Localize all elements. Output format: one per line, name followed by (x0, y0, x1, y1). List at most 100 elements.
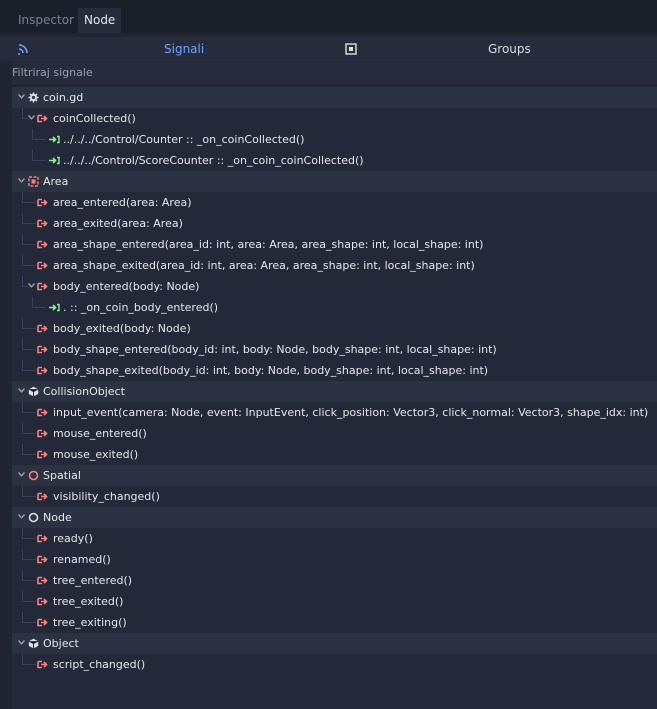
signal-label: renamed() (53, 553, 111, 566)
signal-emit-icon (37, 534, 48, 543)
signal-item[interactable]: tree_exiting() (12, 612, 657, 633)
signal-item[interactable]: ready() (12, 528, 657, 549)
signal-emit-icon (37, 240, 48, 249)
tree-guide-line (22, 328, 36, 329)
chevron-down-icon (28, 283, 35, 288)
tree-guide-line (22, 496, 36, 497)
connection-label: ../../../Control/ScoreCounter :: _on_coi… (63, 154, 364, 167)
signal-label: body_shape_exited(body_id: int, body: No… (53, 364, 489, 377)
tree-category[interactable]: CollisionObject (12, 381, 657, 402)
connection-icon (49, 303, 60, 312)
signal-item[interactable]: script_changed() (12, 654, 657, 675)
signal-item[interactable]: body_exited(body: Node) (12, 318, 657, 339)
object-icon (28, 638, 39, 649)
signal-item[interactable]: body_shape_exited(body_id: int, body: No… (12, 360, 657, 381)
tree-guide-line (22, 433, 36, 434)
signal-label: script_changed() (53, 658, 146, 671)
spatial-icon (28, 470, 39, 481)
tab-inspector[interactable]: Inspector (12, 8, 80, 33)
signal-label: tree_exiting() (53, 616, 127, 629)
signal-emit-icon (37, 114, 48, 123)
tree-guide-line (22, 538, 36, 539)
signal-label: area_shape_exited(area_id: int, area: Ar… (53, 259, 475, 272)
tree-category[interactable]: Object (12, 633, 657, 654)
connection-item[interactable]: ../../../Control/Counter :: _on_coinColl… (12, 129, 657, 150)
connection-item[interactable]: . :: _on_coin_body_entered() (12, 297, 657, 318)
signal-item[interactable]: mouse_entered() (12, 423, 657, 444)
signal-item[interactable]: renamed() (12, 549, 657, 570)
chevron-down-icon (18, 472, 25, 477)
tree-guide-line (22, 622, 36, 623)
tree-category[interactable]: Node (12, 507, 657, 528)
signal-label: input_event(camera: Node, event: InputEv… (53, 406, 649, 419)
signal-emit-icon (37, 450, 48, 459)
signal-label: mouse_exited() (53, 448, 139, 461)
signal-label: body_shape_entered(body_id: int, body: N… (53, 343, 497, 356)
signal-label: body_entered(body: Node) (53, 280, 200, 293)
signal-item[interactable]: input_event(camera: Node, event: InputEv… (12, 402, 657, 423)
signal-label: body_exited(body: Node) (53, 322, 191, 335)
signal-emit-icon (37, 597, 48, 606)
signal-item[interactable]: mouse_exited() (12, 444, 657, 465)
signal-item[interactable]: area_entered(area: Area) (12, 192, 657, 213)
tree-guide-line (22, 559, 36, 560)
signal-emit-icon (37, 618, 48, 627)
groups-icon[interactable] (345, 43, 357, 55)
filter-signals-input[interactable]: Filtriraj signale (12, 62, 657, 84)
tree-guide-line (22, 412, 36, 413)
tree-guide-line (22, 664, 36, 665)
chevron-down-icon (28, 115, 35, 120)
tree-guide-line (22, 223, 36, 224)
tree-guide-line (22, 265, 36, 266)
category-label: Area (43, 175, 69, 188)
tree-guide-line (22, 370, 36, 371)
signals-tab-label[interactable]: Signali (164, 42, 204, 56)
signal-label: tree_exited() (53, 595, 124, 608)
signal-emit-icon (37, 282, 48, 291)
tree-guide-line (22, 349, 36, 350)
connection-item[interactable]: ../../../Control/ScoreCounter :: _on_coi… (12, 150, 657, 171)
signal-item[interactable]: tree_entered() (12, 570, 657, 591)
signal-emit-icon (37, 198, 48, 207)
tree-category[interactable]: coin.gd (12, 87, 657, 108)
connection-label: . :: _on_coin_body_entered() (63, 301, 219, 314)
signal-item[interactable]: area_shape_entered(area_id: int, area: A… (12, 234, 657, 255)
tree-guide-line (22, 580, 36, 581)
category-label: Spatial (43, 469, 81, 482)
signal-emit-icon (37, 429, 48, 438)
signal-item[interactable]: body_entered(body: Node) (12, 276, 657, 297)
tree-guide-line (32, 307, 46, 308)
signal-emit-icon (37, 219, 48, 228)
tree-guide-line (22, 244, 36, 245)
signal-label: visibility_changed() (53, 490, 160, 503)
chevron-down-icon (18, 640, 25, 645)
category-label: Node (43, 511, 72, 524)
chevron-down-icon (18, 514, 25, 519)
node-subtab-bar: Signali Groups (0, 37, 657, 61)
chevron-down-icon (18, 388, 25, 393)
signal-item[interactable]: area_shape_exited(area_id: int, area: Ar… (12, 255, 657, 276)
category-label: CollisionObject (43, 385, 125, 398)
signal-emit-icon (37, 492, 48, 501)
signal-item[interactable]: visibility_changed() (12, 486, 657, 507)
signal-label: area_entered(area: Area) (53, 196, 192, 209)
tree-category[interactable]: Area (12, 171, 657, 192)
signal-icon[interactable] (16, 42, 30, 56)
signal-item[interactable]: coinCollected() (12, 108, 657, 129)
signal-item[interactable]: area_exited(area: Area) (12, 213, 657, 234)
tree-guide-line (32, 160, 46, 161)
groups-tab-label[interactable]: Groups (488, 42, 531, 56)
signal-label: mouse_entered() (53, 427, 147, 440)
tab-node[interactable]: Node (78, 8, 122, 33)
signal-item[interactable]: body_shape_entered(body_id: int, body: N… (12, 339, 657, 360)
tree-guide-line (22, 202, 36, 203)
signals-tree: coin.gd coinCollected() ../../../Control/C… (12, 87, 657, 709)
signal-item[interactable]: tree_exited() (12, 591, 657, 612)
signal-label: ready() (53, 532, 93, 545)
gear-icon (28, 92, 39, 103)
signal-emit-icon (37, 576, 48, 585)
connection-icon (49, 135, 60, 144)
signal-label: tree_entered() (53, 574, 133, 587)
area-icon (28, 176, 39, 187)
tree-category[interactable]: Spatial (12, 465, 657, 486)
